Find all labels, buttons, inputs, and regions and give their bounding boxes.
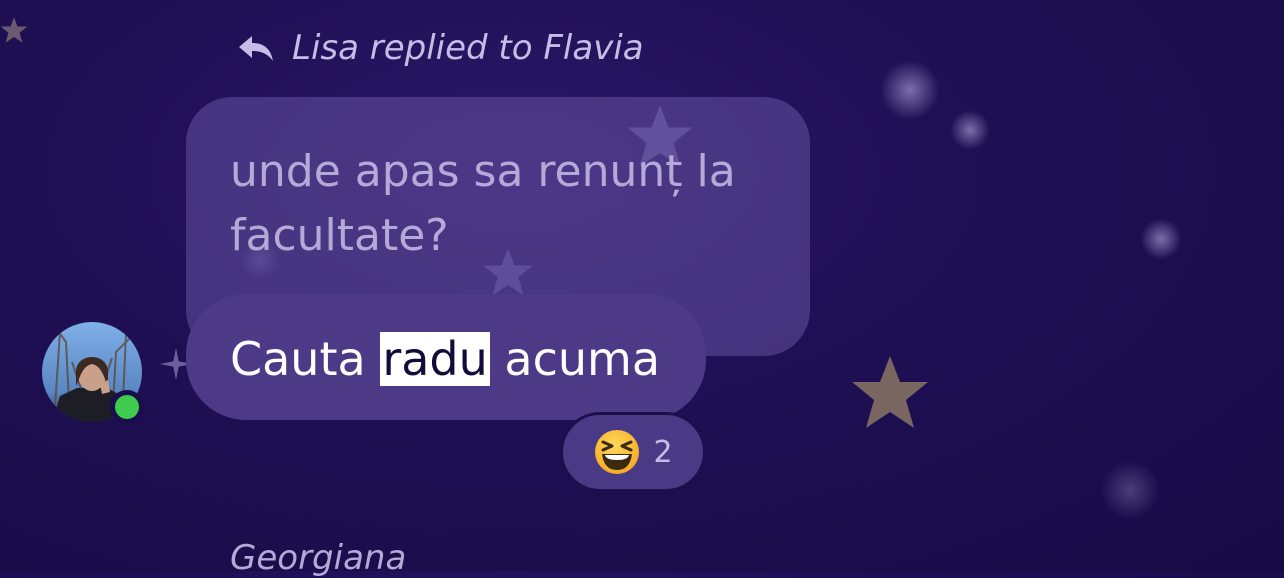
online-status-indicator <box>110 390 144 424</box>
reaction-count: 2 <box>653 434 673 470</box>
message-text-after: acuma <box>489 332 661 386</box>
quoted-message-text: unde apas sa renunț la facultate? <box>230 146 736 261</box>
reply-header: Lisa replied to Flavia <box>236 28 644 68</box>
reply-arrow-icon <box>239 36 273 61</box>
reply-header-text: Lisa replied to Flavia <box>292 28 644 68</box>
star-decoration <box>0 17 28 43</box>
highlighted-word[interactable]: radu <box>380 332 490 386</box>
message-text: Cauta radu acuma <box>230 326 660 392</box>
grinning-squinting-face-icon <box>595 430 640 474</box>
reaction-pill[interactable]: 2 <box>560 412 706 492</box>
message-text-before: Cauta <box>230 332 381 386</box>
next-message-sender: Georgiana <box>230 538 407 578</box>
star-decoration <box>852 356 928 428</box>
